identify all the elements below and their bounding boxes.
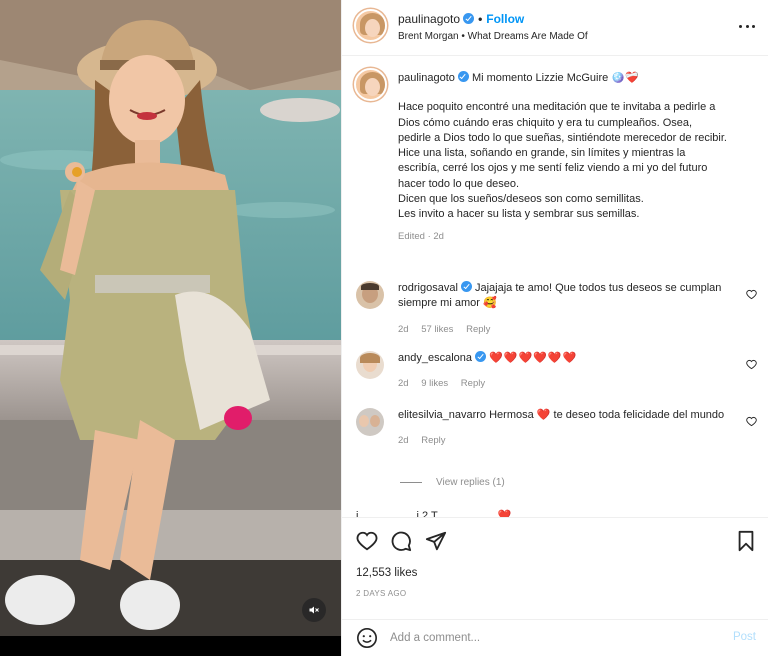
more-options-button[interactable] bbox=[739, 18, 755, 34]
caption-age[interactable]: 2d bbox=[433, 231, 444, 242]
comment-text: ❤️❤️❤️❤️❤️❤️ bbox=[489, 352, 578, 364]
edited-label: Edited bbox=[398, 230, 425, 242]
emoji-icon[interactable] bbox=[356, 627, 378, 649]
comment-likes[interactable]: 57 likes bbox=[421, 324, 453, 335]
caption-paragraph: Dicen que los sueños/deseos son como sem… bbox=[398, 193, 644, 206]
reply-button[interactable]: Reply bbox=[461, 378, 485, 389]
caption-title-line: paulinagoto Mi momento Lizzie McGuire 🪩❤… bbox=[398, 71, 728, 86]
caption-body: Hace poquito encontré una meditación que… bbox=[398, 100, 728, 222]
caption-paragraph: Hice una lista, soñando en grande, sin l… bbox=[398, 147, 708, 190]
reply-button[interactable]: Reply bbox=[421, 435, 445, 446]
caption-paragraph: Hace poquito encontré una meditación que… bbox=[398, 101, 727, 144]
comment-meta: 2d 57 likes Reply bbox=[398, 322, 728, 337]
like-comment-heart-icon[interactable] bbox=[746, 359, 757, 370]
verified-badge-icon bbox=[460, 281, 472, 292]
comment-input[interactable] bbox=[390, 629, 710, 647]
comment-body: andy_escalona ❤️❤️❤️❤️❤️❤️ 2d 9 likes Re… bbox=[398, 351, 728, 392]
video-frame bbox=[0, 0, 341, 636]
follow-button[interactable]: Follow bbox=[486, 12, 524, 26]
partially-visible-comment: i... ... ... ... ...i 2 T... ... ... ...… bbox=[356, 510, 512, 517]
post-date[interactable]: 2 DAYS AGO bbox=[356, 589, 406, 598]
instagram-post: paulinagoto • Follow Brent Morgan • What D… bbox=[0, 0, 768, 656]
action-bar: 12,553 likes 2 DAYS AGO bbox=[342, 517, 768, 620]
verified-badge-icon bbox=[475, 351, 487, 362]
comment-meta: 2d Reply bbox=[398, 433, 728, 448]
audio-attribution[interactable]: Brent Morgan • What Dreams Are Made Of bbox=[398, 31, 588, 42]
likes-count[interactable]: 12,553 likes bbox=[356, 567, 417, 579]
comment-age[interactable]: 2d bbox=[398, 324, 409, 335]
replies-divider bbox=[400, 482, 422, 483]
post-header: paulinagoto • Follow Brent Morgan • What D… bbox=[342, 0, 768, 56]
commenter-username[interactable]: rodrigosaval bbox=[398, 282, 458, 294]
comment-text: Hermosa ❤️ te deseo toda felicidade del … bbox=[489, 409, 725, 421]
caption-title: Mi momento Lizzie McGuire 🪩❤️‍🩹 bbox=[471, 72, 639, 84]
caption: paulinagoto Mi momento Lizzie McGuire 🪩❤… bbox=[398, 71, 728, 244]
comment-likes[interactable]: 9 likes bbox=[421, 378, 448, 389]
author-line: paulinagoto • Follow bbox=[398, 12, 524, 26]
commenter-username[interactable]: elitesilvia_navarro bbox=[398, 409, 486, 421]
more-dot-icon bbox=[752, 24, 755, 28]
verified-badge-icon bbox=[463, 13, 475, 24]
commenter-avatar[interactable] bbox=[356, 408, 384, 436]
speaker-muted-icon bbox=[309, 606, 319, 614]
caption-username[interactable]: paulinagoto bbox=[398, 72, 455, 84]
commenter-avatar[interactable] bbox=[356, 281, 384, 309]
separator-dot: • bbox=[478, 12, 483, 26]
post-sidebar: paulinagoto • Follow Brent Morgan • What D… bbox=[341, 0, 768, 656]
like-comment-heart-icon[interactable] bbox=[746, 289, 757, 300]
view-replies-label: View replies (1) bbox=[436, 477, 505, 488]
caption-paragraph: Les invito a hacer su lista y sembrar su… bbox=[398, 208, 640, 221]
view-replies-button[interactable]: View replies (1) bbox=[400, 477, 505, 488]
save-bookmark-icon[interactable] bbox=[735, 530, 757, 552]
post-comment-button[interactable]: Post bbox=[733, 631, 756, 643]
like-heart-icon[interactable] bbox=[356, 530, 378, 552]
more-dot-icon bbox=[745, 24, 749, 28]
share-paper-plane-icon[interactable] bbox=[425, 530, 447, 552]
comment-body: elitesilvia_navarro Hermosa ❤️ te deseo … bbox=[398, 408, 728, 449]
verified-badge-icon bbox=[457, 71, 469, 82]
commenter-avatar[interactable] bbox=[356, 351, 384, 379]
post-media[interactable] bbox=[0, 0, 341, 656]
author-username[interactable]: paulinagoto bbox=[398, 12, 460, 26]
reply-button[interactable]: Reply bbox=[466, 324, 490, 335]
caption-meta: Edited · 2d bbox=[398, 230, 444, 242]
comment-bubble-icon[interactable] bbox=[390, 530, 412, 552]
caption-avatar[interactable] bbox=[354, 68, 387, 101]
comment-composer: Post bbox=[342, 619, 768, 656]
like-comment-heart-icon[interactable] bbox=[746, 416, 757, 427]
comment-meta: 2d 9 likes Reply bbox=[398, 376, 728, 391]
comment-body: rodrigosaval Jajajaja te amo! Que todos … bbox=[398, 281, 728, 337]
mute-button[interactable] bbox=[302, 598, 326, 622]
more-dot-icon bbox=[739, 24, 742, 28]
commenter-username[interactable]: andy_escalona bbox=[398, 352, 472, 364]
comment-age[interactable]: 2d bbox=[398, 435, 409, 446]
author-avatar[interactable] bbox=[354, 9, 387, 42]
comment-age[interactable]: 2d bbox=[398, 378, 409, 389]
comments-scroll[interactable]: paulinagoto Mi momento Lizzie McGuire 🪩❤… bbox=[342, 57, 768, 517]
